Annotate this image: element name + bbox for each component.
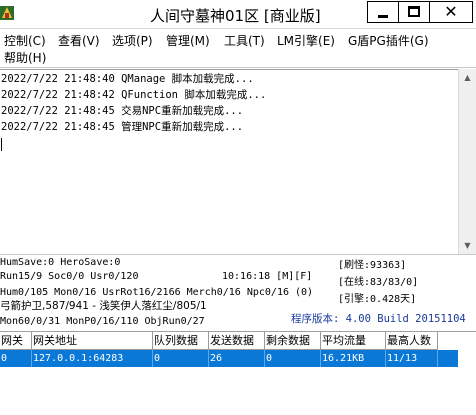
- menu-bar: 控制(C) 查看(V) 选项(P) 管理(M) 工具(T) LM引擎(E) G盾…: [0, 30, 476, 68]
- col-header-gateway[interactable]: 网关: [0, 332, 32, 350]
- monster-count: [刷怪:93363]: [338, 260, 407, 271]
- cell-sent: 26: [209, 350, 265, 367]
- minimize-button[interactable]: [367, 1, 399, 23]
- menu-lm-engine[interactable]: LM引擎(E): [277, 33, 335, 49]
- log-line: 2022/7/22 21:48:45 交易NPC重新加载完成...: [1, 105, 244, 117]
- scroll-down-icon[interactable]: ▼: [459, 237, 476, 254]
- program-version: 程序版本: 4.00 Build 20151104: [291, 313, 466, 325]
- maximize-icon: [408, 6, 420, 17]
- minimize-icon: [378, 15, 388, 18]
- close-icon: ✕: [444, 2, 458, 21]
- online-count: [在线:83/83/0]: [338, 277, 419, 288]
- status-humsave: HumSave:0 HeroSave:0: [0, 257, 121, 268]
- cell-remaining: 0: [265, 350, 321, 367]
- col-header-avg-traffic[interactable]: 平均流量: [321, 332, 386, 350]
- menu-view[interactable]: 查看(V): [58, 33, 100, 49]
- log-line: 2022/7/22 21:48:45 管理NPC重新加载完成...: [1, 121, 244, 133]
- cell-avg-traffic: 16.21KB: [321, 350, 386, 367]
- col-header-remaining[interactable]: 剩余数据: [265, 332, 321, 350]
- status-time: 10:16:18 [M][F]: [222, 271, 313, 282]
- col-header-sent[interactable]: 发送数据: [209, 332, 265, 350]
- close-button[interactable]: ✕: [429, 1, 473, 23]
- log-scrollbar[interactable]: ▲ ▼: [458, 69, 476, 254]
- log-output[interactable]: 2022/7/22 21:48:40 QManage 脚本加载完成... 202…: [0, 69, 458, 254]
- window-title: 人间守墓神01区 [商业版]: [150, 7, 321, 25]
- status-hum: Hum0/105 Mon0/16 UsrRot16/2166 Merch0/16…: [0, 287, 314, 298]
- app-icon: [0, 4, 16, 22]
- status-run: Run15/9 Soc0/0 Usr0/120: [0, 271, 139, 282]
- log-line: 2022/7/22 21:48:40 QManage 脚本加载完成...: [1, 73, 254, 85]
- menu-tools[interactable]: 工具(T): [224, 33, 265, 49]
- cell-address: 127.0.0.1:64283: [32, 350, 153, 367]
- menu-options[interactable]: 选项(P): [112, 33, 153, 49]
- status-guard: 弓箭护卫,587/941 - 浅笑伊人落红尘/805/1: [0, 300, 207, 312]
- cell-queue: 0: [153, 350, 209, 367]
- log-line: 2022/7/22 21:48:42 QFunction 脚本加载完成...: [1, 89, 267, 101]
- menu-manage[interactable]: 管理(M): [166, 33, 210, 49]
- window-controls: ✕: [367, 1, 473, 23]
- status-mon: Mon60/0/31 MonP0/16/110 ObjRun0/27: [0, 316, 205, 327]
- col-header-max-users[interactable]: 最高人数: [386, 332, 438, 350]
- gateway-table: 网关 网关地址 队列数据 发送数据 剩余数据 平均流量 最高人数 0 127.0…: [0, 331, 476, 415]
- cell-max-users: 11/13: [386, 350, 438, 367]
- cell-gateway: 0: [0, 350, 32, 367]
- maximize-button[interactable]: [398, 1, 430, 23]
- table-row[interactable]: 0 127.0.0.1:64283 0 26 0 16.21KB 11/13: [0, 350, 458, 367]
- col-header-queue[interactable]: 队列数据: [153, 332, 209, 350]
- menu-gdun-plugin[interactable]: G盾PG插件(G): [348, 33, 429, 49]
- title-bar: 人间守墓神01区 [商业版] ✕: [0, 0, 476, 29]
- engine-days: [引擎:0.428天]: [338, 294, 417, 305]
- menu-control[interactable]: 控制(C): [4, 33, 46, 49]
- col-header-address[interactable]: 网关地址: [32, 332, 153, 350]
- server-status-panel: HumSave:0 HeroSave:0 Run15/9 Soc0/0 Usr0…: [0, 254, 476, 330]
- text-caret: [1, 138, 2, 151]
- menu-help[interactable]: 帮助(H): [4, 50, 46, 66]
- scroll-up-icon[interactable]: ▲: [459, 69, 476, 86]
